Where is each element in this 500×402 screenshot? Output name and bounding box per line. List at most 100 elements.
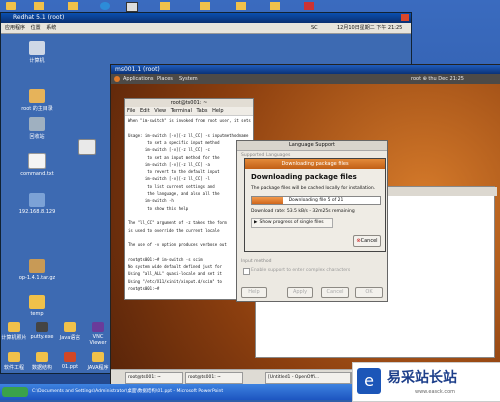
desktop-icon[interactable]: Java语言 bbox=[56, 322, 84, 341]
desktop-icon[interactable]: JAVA程序 bbox=[84, 352, 112, 371]
menu-edit[interactable]: Edit bbox=[140, 108, 150, 114]
menu-tabs[interactable]: Tabs bbox=[196, 108, 207, 114]
menu-help[interactable]: Help bbox=[212, 108, 223, 114]
text-file-icon bbox=[28, 153, 46, 169]
close-icon[interactable] bbox=[401, 14, 409, 21]
document-icon bbox=[78, 139, 96, 155]
terminal-line: Usage: im-switch [-v][-z ll_CC] -s input… bbox=[128, 132, 249, 138]
input-method-checkbox[interactable] bbox=[243, 268, 250, 275]
desktop-icon[interactable]: 计算机照片 bbox=[0, 322, 28, 341]
terminal-line: Using "all_ALL" quasi-locale and set it bbox=[128, 271, 222, 277]
desktop-icon-label: Java语言 bbox=[59, 335, 81, 341]
desktop-icon[interactable]: putty.exe bbox=[28, 322, 56, 340]
downloading-dialog-titlebar[interactable]: Downloading package files bbox=[245, 159, 385, 169]
desktop-icon-label: command.txt bbox=[20, 171, 54, 177]
desktop-icon[interactable]: 软件工程 bbox=[0, 352, 28, 371]
show-progress-expander[interactable]: ▶ Show progress of single files bbox=[251, 218, 333, 228]
desktop-icon-label: 软件工程 bbox=[3, 365, 24, 371]
folder-icon[interactable] bbox=[160, 2, 170, 10]
ok-button[interactable]: OK bbox=[355, 287, 383, 298]
vm-titlebar[interactable]: ms001.1 (root) bbox=[111, 65, 500, 74]
terminal-line: The "ll_CC" argument of -z takes the for… bbox=[128, 220, 227, 226]
vnc-icon bbox=[92, 322, 104, 332]
desktop-icon-home[interactable]: root 的主目录 bbox=[17, 89, 57, 112]
folder-icon[interactable] bbox=[200, 2, 210, 10]
terminal-line: is used to override the current locale bbox=[128, 227, 220, 233]
menu-applications[interactable]: Applications bbox=[123, 74, 154, 84]
terminal-line: to show this help bbox=[128, 205, 189, 211]
menu-terminal[interactable]: Terminal bbox=[171, 108, 192, 114]
network-icon bbox=[29, 193, 45, 207]
folder-icon[interactable] bbox=[34, 2, 44, 10]
menu-applications[interactable]: 应用程序 bbox=[5, 25, 25, 31]
help-button[interactable]: Help bbox=[241, 287, 267, 298]
download-cancel-button[interactable]: ⊗Cancel bbox=[353, 235, 381, 247]
download-cancel-label: Cancel bbox=[360, 238, 378, 244]
apply-button[interactable]: Apply bbox=[287, 287, 313, 298]
redhat-titlebar[interactable]: Redhat 5.1 (root) bbox=[1, 13, 411, 23]
language-support-titlebar[interactable]: Language Support bbox=[237, 141, 387, 151]
desktop-icon-label: putty.exe bbox=[30, 334, 54, 340]
menu-view[interactable]: View bbox=[154, 108, 166, 114]
desktop-icon[interactable]: 数据结构 bbox=[28, 352, 56, 371]
task-openoffice[interactable]: [Untitled1 - OpenOffi... bbox=[265, 372, 351, 384]
terminal-icon bbox=[36, 322, 48, 332]
menu-file[interactable]: File bbox=[127, 108, 135, 114]
home-folder-icon bbox=[29, 89, 45, 103]
menu-places[interactable]: Places bbox=[157, 74, 173, 84]
archive-icon bbox=[29, 259, 45, 273]
terminal-line: to list current settings and bbox=[128, 183, 215, 189]
folder-icon[interactable] bbox=[6, 2, 16, 10]
desktop-icon-network[interactable]: 192.168.8.129 bbox=[17, 193, 57, 215]
folder-icon bbox=[29, 295, 45, 309]
terminal-line: No system wide default defined just for bbox=[128, 264, 222, 269]
folder-icon[interactable] bbox=[236, 2, 246, 10]
desktop-icon-computer[interactable]: 计算机 bbox=[17, 41, 57, 64]
terminal-line: Using "/etc/X11/xinit/xinput.d/scim" to bbox=[128, 278, 222, 284]
folder-icon[interactable] bbox=[270, 2, 280, 10]
desktop-icon-label: 数据结构 bbox=[31, 365, 52, 371]
terminal-line: When "im-switch" is invoked from root us… bbox=[128, 118, 251, 123]
task-terminal-1[interactable]: root@ts001: ~ bbox=[125, 372, 183, 384]
input-method-label: Input method bbox=[241, 259, 272, 264]
powerpoint-icon bbox=[64, 352, 76, 362]
folder-icon bbox=[64, 322, 76, 332]
desktop-icon-archive[interactable]: op-1.4.1.tar.gz bbox=[17, 259, 57, 281]
menu-places[interactable]: 位置 bbox=[31, 25, 41, 31]
download-progress-text: Downloading file 5 of 21 bbox=[288, 198, 344, 203]
desktop-icon-temp[interactable]: temp bbox=[17, 295, 57, 317]
watermark-logo-icon: e bbox=[357, 368, 381, 394]
desktop-icon-document[interactable] bbox=[67, 139, 107, 157]
desktop-icon-label: 回收站 bbox=[29, 134, 45, 140]
menu-system[interactable]: 系统 bbox=[46, 25, 56, 31]
folder-icon[interactable] bbox=[68, 2, 78, 10]
desktop-icon[interactable]: 01.ppt bbox=[56, 352, 84, 370]
terminal-line: im-switch -h bbox=[128, 198, 174, 204]
menu-system[interactable]: System bbox=[179, 74, 198, 84]
terminal-output[interactable]: When "im-switch" is invoked from root us… bbox=[125, 116, 253, 298]
download-subtext: The package files will be cached locally… bbox=[251, 186, 376, 191]
desktop-icon-label: root 的主目录 bbox=[21, 106, 53, 112]
browser-icon[interactable] bbox=[100, 2, 110, 10]
desktop-icon-label: JAVA程序 bbox=[87, 365, 109, 371]
taskbar-active-window[interactable]: C:\Documents and Settings\Administrator\… bbox=[32, 387, 292, 397]
terminal-line: The use of -v option produces verbose ou… bbox=[128, 242, 227, 248]
start-button[interactable] bbox=[2, 387, 28, 397]
terminal-line: im-switch [-v][-z ll_CC] -l bbox=[128, 176, 210, 182]
desktop-icon-command[interactable]: command.txt bbox=[17, 153, 57, 177]
task-terminal-2[interactable]: root@ts001: ~ bbox=[185, 372, 243, 384]
terminal-line: to set a specific input method bbox=[128, 139, 220, 145]
desktop-icon-label: 计算机照片 bbox=[1, 335, 27, 341]
expander-arrow-icon: ▶ bbox=[254, 220, 258, 225]
app-icon[interactable] bbox=[304, 2, 314, 10]
clock: 12月10日星期二 下午 21:25 bbox=[337, 25, 403, 31]
computer-icon bbox=[29, 41, 45, 55]
desktop-icon-label: 计算机 bbox=[29, 58, 45, 64]
desktop-icon[interactable]: VNC Viewer bbox=[84, 322, 112, 346]
desktop-icon-trash[interactable]: 回收站 bbox=[17, 117, 57, 140]
cancel-button[interactable]: Cancel bbox=[321, 287, 349, 298]
app-icon[interactable] bbox=[126, 2, 138, 12]
folder-icon bbox=[36, 352, 48, 362]
terminal-line: root@ts001:~# im-switch -s scim bbox=[128, 256, 203, 262]
terminal-line: to set an input method for the bbox=[128, 154, 220, 160]
